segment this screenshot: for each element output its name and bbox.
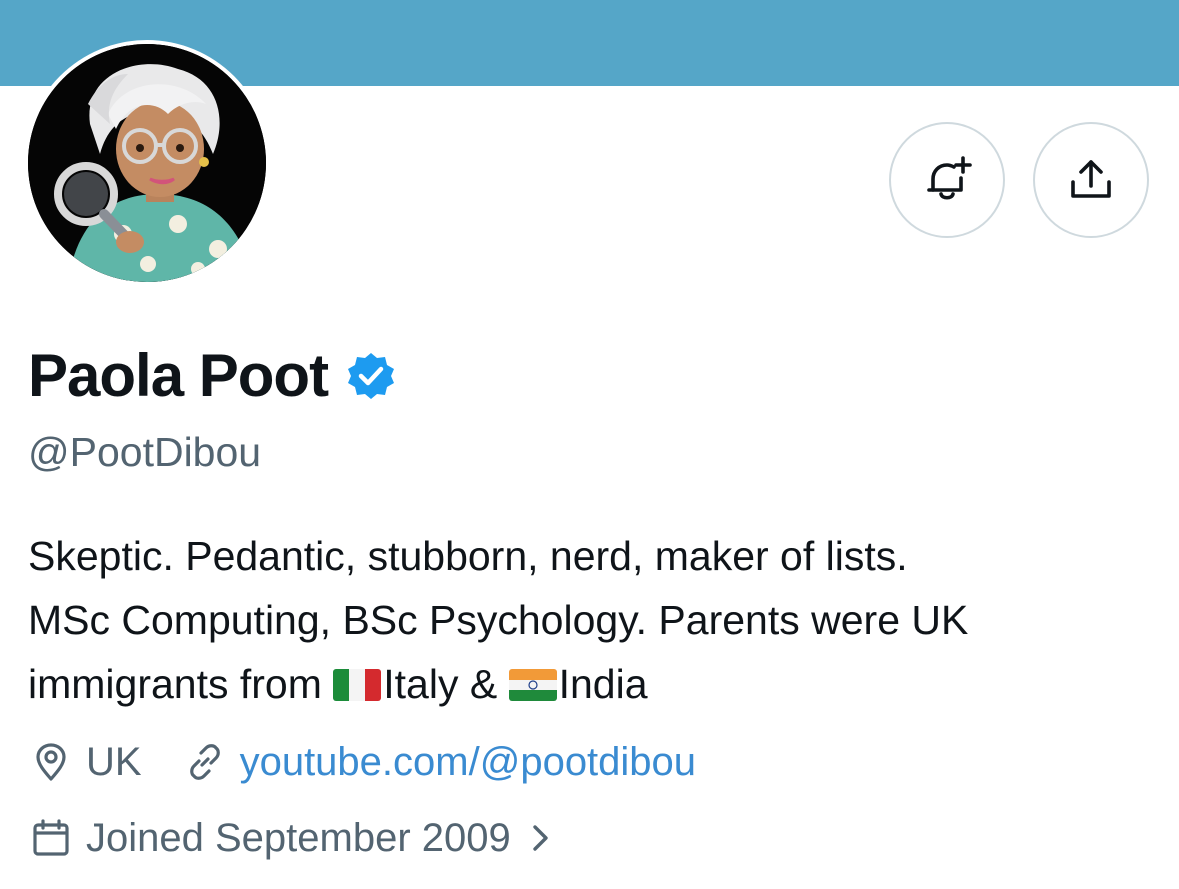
location-pin-icon (36, 743, 66, 781)
bio-line: Skeptic. Pedantic, stubborn, nerd, maker… (28, 533, 908, 579)
avatar[interactable] (24, 40, 270, 286)
chevron-right-icon[interactable] (531, 821, 551, 855)
avatar-image (28, 44, 266, 282)
india-flag-icon (508, 669, 557, 701)
bio-country-italy: Italy & (383, 661, 498, 707)
profile-handle: @PootDibou (28, 429, 262, 475)
joined-date: Joined September 2009 (86, 816, 511, 860)
location-text: UK (86, 740, 142, 784)
link-icon (189, 744, 220, 780)
share-button[interactable] (1033, 122, 1149, 238)
display-name: Paola Poot (28, 342, 329, 409)
website-link[interactable]: youtube.com/@pootdibou (184, 734, 696, 790)
share-icon (1071, 160, 1111, 198)
italy-flag-icon (333, 669, 382, 701)
bio-country-india: India (558, 661, 648, 707)
name-row: Paola Poot (28, 338, 396, 414)
profile-meta-row: UK youtube.com/@pootdibou (30, 734, 696, 790)
calendar-icon (33, 819, 69, 856)
location: UK (30, 734, 142, 790)
bio-line: MSc Computing, BSc Psychology. Parents w… (28, 597, 969, 643)
notify-button[interactable] (889, 122, 1005, 238)
profile-bio: Skeptic. Pedantic, stubborn, nerd, maker… (28, 524, 1158, 716)
verified-badge-icon[interactable] (346, 351, 396, 401)
avatar-illustration (28, 44, 266, 282)
website-url[interactable]: youtube.com/@pootdibou (240, 734, 696, 790)
bio-text: immigrants from (28, 661, 334, 707)
bell-plus-icon (927, 156, 972, 200)
bio-line: immigrants from Italy & India (28, 652, 1158, 716)
joined-row[interactable]: Joined September 2009 (30, 810, 551, 866)
